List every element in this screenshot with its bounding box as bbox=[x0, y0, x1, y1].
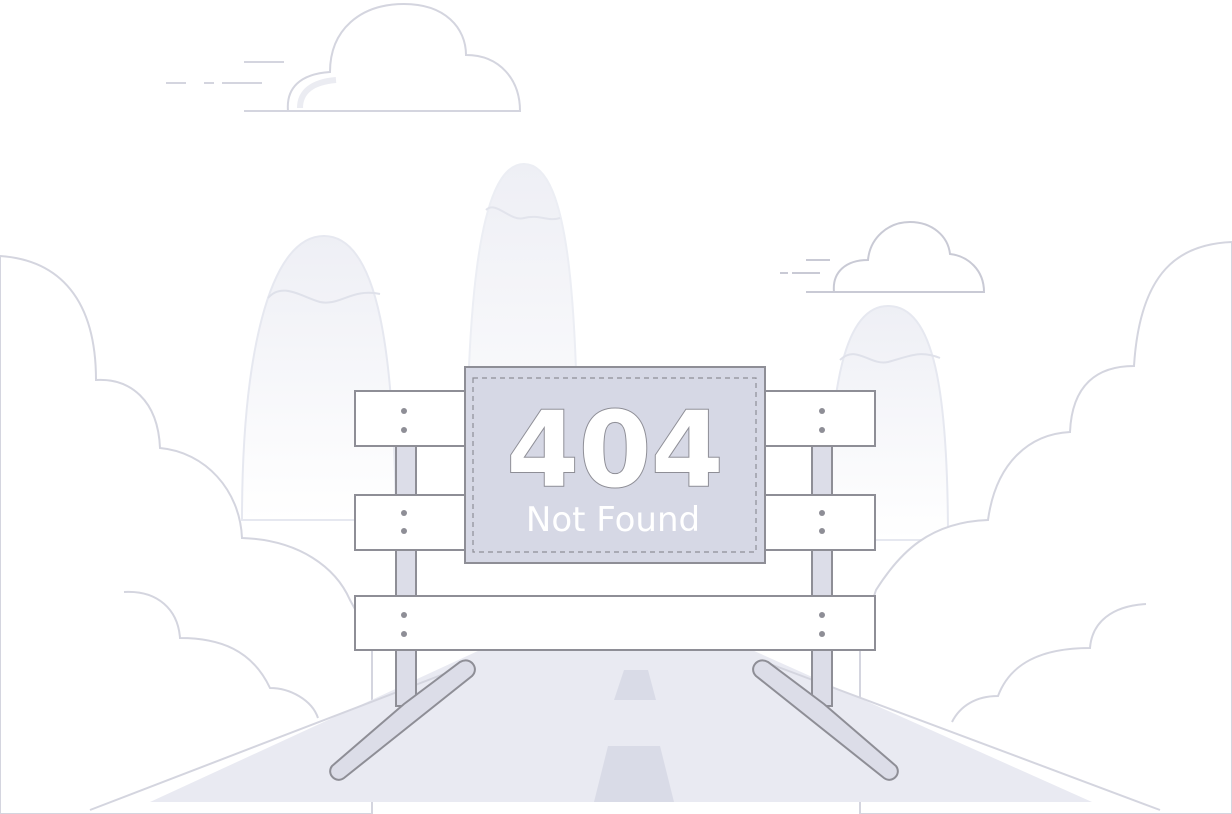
error-code: 404 bbox=[506, 389, 723, 511]
mountain-icon bbox=[240, 234, 398, 521]
not-found-illustration: 404 Not Found bbox=[0, 2, 1232, 814]
sign-panel: 404 Not Found bbox=[464, 366, 766, 564]
cloud-icon bbox=[780, 220, 986, 293]
cloud-icon bbox=[166, 2, 522, 112]
error-message: Not Found bbox=[526, 500, 700, 540]
